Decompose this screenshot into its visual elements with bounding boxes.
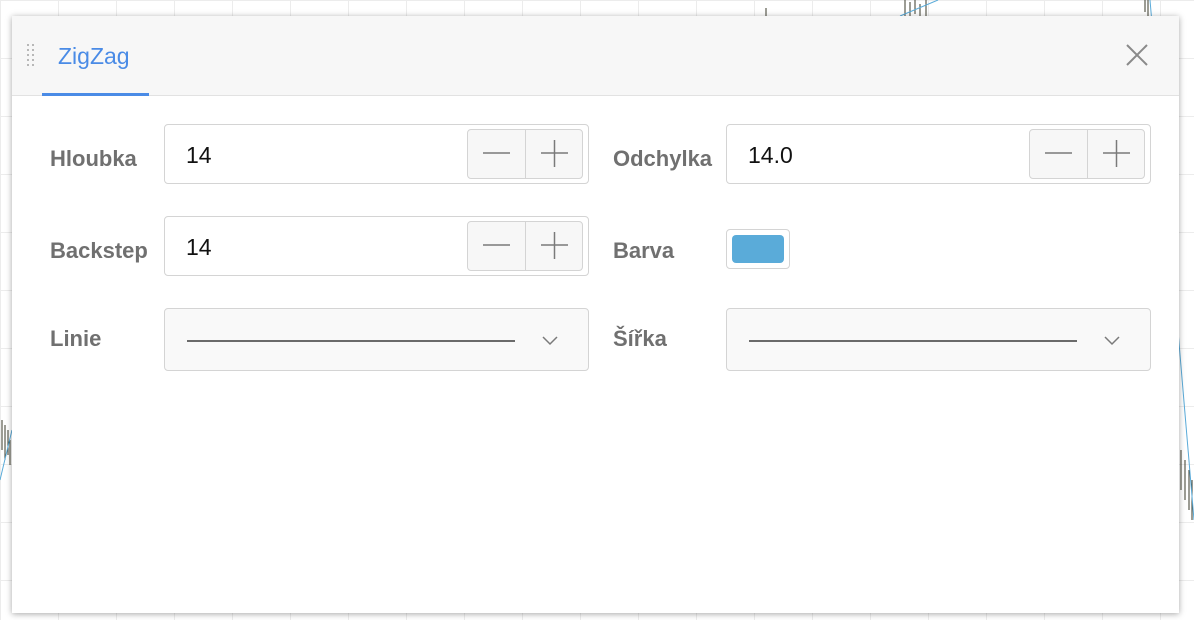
depth-input[interactable] <box>186 142 436 169</box>
minus-icon <box>1045 152 1072 154</box>
zigzag-line-top <box>899 0 939 17</box>
deviation-decrement-button[interactable] <box>1030 130 1088 178</box>
chevron-down-icon <box>542 336 558 346</box>
deviation-stepper <box>1029 129 1145 179</box>
tab-active-indicator <box>42 93 149 96</box>
color-swatch <box>732 235 784 263</box>
depth-label: Hloubka <box>50 146 137 171</box>
drag-handle-icon[interactable] <box>26 43 36 71</box>
line-style-select[interactable] <box>164 308 589 371</box>
tab-label: ZigZag <box>58 43 130 69</box>
line-width-select[interactable] <box>726 308 1151 371</box>
solid-line-preview <box>187 340 515 342</box>
plus-icon <box>1103 140 1130 167</box>
close-icon[interactable] <box>1124 42 1150 68</box>
tab-zigzag[interactable]: ZigZag <box>42 16 149 96</box>
chevron-down-icon <box>1104 336 1120 346</box>
width-label: Šířka <box>613 326 667 351</box>
backstep-input[interactable] <box>186 234 436 261</box>
line-style-label: Linie <box>50 326 102 351</box>
minus-icon <box>483 244 510 246</box>
depth-field <box>164 124 589 184</box>
backstep-stepper <box>467 221 583 271</box>
deviation-label: Odchylka <box>613 146 713 171</box>
backstep-field <box>164 216 589 276</box>
price-candles-top <box>765 0 927 16</box>
color-picker-button[interactable] <box>726 229 790 269</box>
minus-icon <box>483 152 510 154</box>
backstep-label: Backstep <box>50 238 148 263</box>
color-label: Barva <box>613 238 675 263</box>
backstep-increment-button[interactable] <box>526 222 583 270</box>
depth-increment-button[interactable] <box>526 130 583 178</box>
plus-icon <box>541 140 568 167</box>
dialog-header: ZigZag <box>12 16 1179 96</box>
depth-decrement-button[interactable] <box>468 130 526 178</box>
depth-stepper <box>467 129 583 179</box>
thin-line-preview <box>749 340 1077 342</box>
plus-icon <box>541 232 568 259</box>
deviation-input[interactable] <box>748 142 998 169</box>
backstep-decrement-button[interactable] <box>468 222 526 270</box>
deviation-increment-button[interactable] <box>1088 130 1145 178</box>
zigzag-settings-dialog: ZigZag Hloubka Odchylka <box>12 16 1179 613</box>
deviation-field <box>726 124 1151 184</box>
